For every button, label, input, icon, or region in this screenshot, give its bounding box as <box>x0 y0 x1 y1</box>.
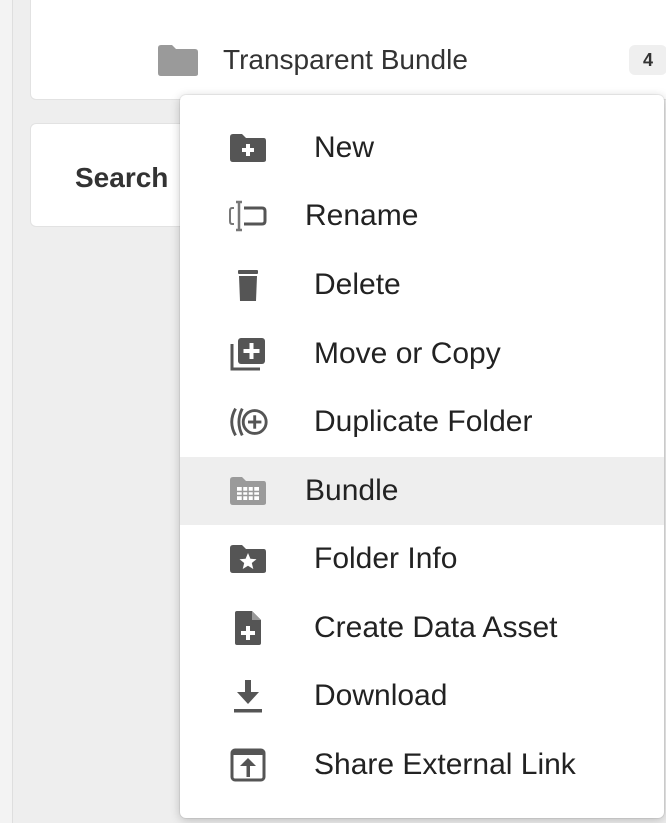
menu-item-download[interactable]: Download <box>180 662 664 730</box>
menu-item-label: Move or Copy <box>314 337 501 370</box>
menu-item-bundle[interactable]: Bundle <box>180 457 664 525</box>
menu-item-move-or-copy[interactable]: Move or Copy <box>180 320 664 388</box>
left-sidebar-strip <box>0 0 13 823</box>
menu-item-label: Duplicate Folder <box>314 405 533 438</box>
download-icon <box>226 679 270 713</box>
menu-item-label: Delete <box>314 268 401 301</box>
menu-item-rename[interactable]: Rename <box>180 182 664 250</box>
folder-icon <box>157 43 199 77</box>
menu-item-label: Download <box>314 679 448 712</box>
share-link-icon <box>226 748 270 782</box>
folder-name: Transparent Bundle <box>223 44 468 75</box>
menu-item-label: Share External Link <box>314 748 576 781</box>
rename-icon <box>226 199 270 233</box>
menu-item-folder-info[interactable]: Folder Info <box>180 525 664 593</box>
menu-item-delete[interactable]: Delete <box>180 251 664 319</box>
menu-item-new[interactable]: New <box>180 114 664 182</box>
new-folder-icon <box>226 131 270 165</box>
item-count-badge: 4 <box>629 45 666 75</box>
duplicate-icon <box>226 405 270 439</box>
menu-item-label: New <box>314 131 375 164</box>
bundle-icon <box>226 474 270 508</box>
menu-item-label: Bundle <box>305 474 399 507</box>
menu-item-label: Rename <box>305 199 419 232</box>
menu-item-label: Folder Info <box>314 542 458 575</box>
trash-icon <box>226 268 270 302</box>
search-heading: Search <box>75 162 169 193</box>
folder-context-menu: New Rename Delete Move or Copy Duplicate… <box>180 95 664 818</box>
menu-item-duplicate-folder[interactable]: Duplicate Folder <box>180 388 664 456</box>
menu-item-create-data-asset[interactable]: Create Data Asset <box>180 594 664 662</box>
move-copy-icon <box>226 337 270 371</box>
menu-item-label: Create Data Asset <box>314 611 558 644</box>
folder-info-icon <box>226 542 270 576</box>
menu-item-share-external-link[interactable]: Share External Link <box>180 731 664 799</box>
folder-row[interactable]: Transparent Bundle 4 <box>30 0 666 100</box>
create-asset-icon <box>226 611 270 645</box>
